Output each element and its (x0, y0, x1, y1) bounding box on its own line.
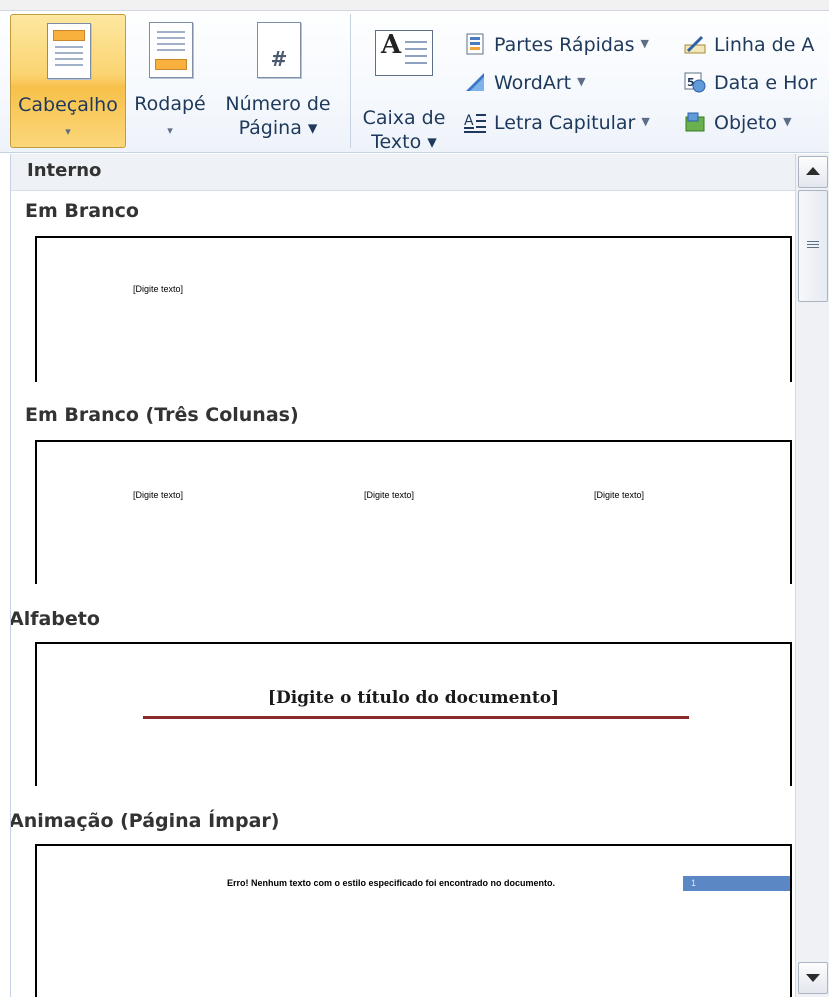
header-doc-icon (47, 23, 91, 79)
header-gallery: Interno Em Branco [Digite texto] Em Bran… (10, 154, 796, 997)
drop-cap-label: Letra Capitular (494, 112, 636, 134)
text-box-icon: A (375, 30, 433, 76)
header-dropdown-arrow: ▾ (65, 125, 71, 138)
wordart-button[interactable]: WordArt ▼ (464, 68, 586, 98)
object-label: Objeto (714, 112, 778, 134)
category-label: Interno (27, 160, 102, 181)
header-button-label: Cabeçalho (18, 94, 118, 116)
gallery-item-label: Em Branco (Três Colunas) (25, 404, 299, 426)
page-number-label-line1: Número de (225, 93, 331, 115)
wordart-icon (464, 71, 486, 93)
gallery-item-label: Alfabeto (10, 608, 100, 630)
text-box-label-line2: Texto ▾ (371, 131, 437, 153)
page-number-button[interactable]: # Número de Página ▾ (214, 14, 342, 148)
placeholder-text: [Digite texto] (133, 284, 184, 294)
footer-button-label: Rodapé (134, 93, 206, 115)
date-time-label: Data e Hor (714, 72, 817, 94)
signature-line-button[interactable]: Linha de A (684, 30, 814, 60)
gallery-item-em-branco[interactable]: [Digite texto] (35, 236, 792, 382)
scroll-up-button[interactable] (798, 156, 828, 188)
gallery-item-label: Animação (Página Ímpar) (10, 810, 280, 832)
scroll-down-arrow-icon (806, 974, 820, 982)
text-box-label-line1: Caixa de (362, 107, 446, 129)
page-number-box: 1 (683, 876, 790, 891)
insert-ribbon: Cabeçalho ▾ Rodapé ▾ # Número de Página ▾ A… (0, 0, 829, 153)
header-button[interactable]: Cabeçalho ▾ (10, 14, 126, 148)
document-title-placeholder: [Digite o título do documento] (267, 688, 560, 708)
gallery-item-em-branco-tres-colunas[interactable]: [Digite texto] [Digite texto] [Digite te… (35, 440, 792, 584)
svg-text:A: A (464, 113, 474, 129)
page-number-label-line2: Página ▾ (238, 117, 318, 139)
title-underline (143, 716, 689, 719)
quick-parts-button[interactable]: Partes Rápidas ▼ (464, 30, 649, 60)
scroll-down-button[interactable] (798, 962, 828, 994)
ribbon-group-separator (350, 14, 351, 148)
date-time-button[interactable]: 5 Data e Hor (684, 68, 817, 98)
object-icon (684, 111, 706, 133)
placeholder-text: [Digite texto] (364, 490, 415, 500)
placeholder-text: [Digite texto] (133, 490, 184, 500)
quick-parts-icon (464, 33, 486, 55)
quick-parts-label: Partes Rápidas (494, 34, 635, 56)
footer-button[interactable]: Rodapé ▾ (128, 14, 212, 148)
text-box-button[interactable]: A Caixa de Texto ▾ (356, 14, 452, 153)
drop-cap-icon: A (464, 111, 486, 133)
signature-line-label: Linha de A (714, 34, 815, 56)
ribbon-tab-strip (0, 0, 829, 11)
date-time-icon: 5 (684, 71, 706, 93)
signature-line-icon (684, 33, 706, 55)
gallery-item-label: Em Branco (25, 200, 139, 222)
gallery-item-animacao-pagina-impar[interactable]: Erro! Nenhum texto com o estilo especifi… (35, 844, 792, 997)
footer-dropdown-arrow: ▾ (167, 124, 173, 137)
gallery-item-alfabeto[interactable]: [Digite o título do documento] (35, 642, 792, 786)
placeholder-text: [Digite texto] (594, 490, 645, 500)
object-button[interactable]: Objeto ▼ (684, 108, 792, 138)
gallery-scrollbar[interactable] (795, 154, 829, 997)
scroll-thumb[interactable] (798, 190, 828, 302)
scroll-up-arrow-icon (806, 167, 820, 175)
page-number-icon: # (257, 22, 301, 78)
error-text: Erro! Nenhum texto com o estilo especifi… (227, 878, 556, 888)
wordart-label: WordArt (494, 72, 572, 94)
drop-cap-button[interactable]: A Letra Capitular ▼ (464, 108, 650, 138)
gallery-category-header: Interno (11, 154, 796, 191)
footer-doc-icon (149, 22, 193, 78)
